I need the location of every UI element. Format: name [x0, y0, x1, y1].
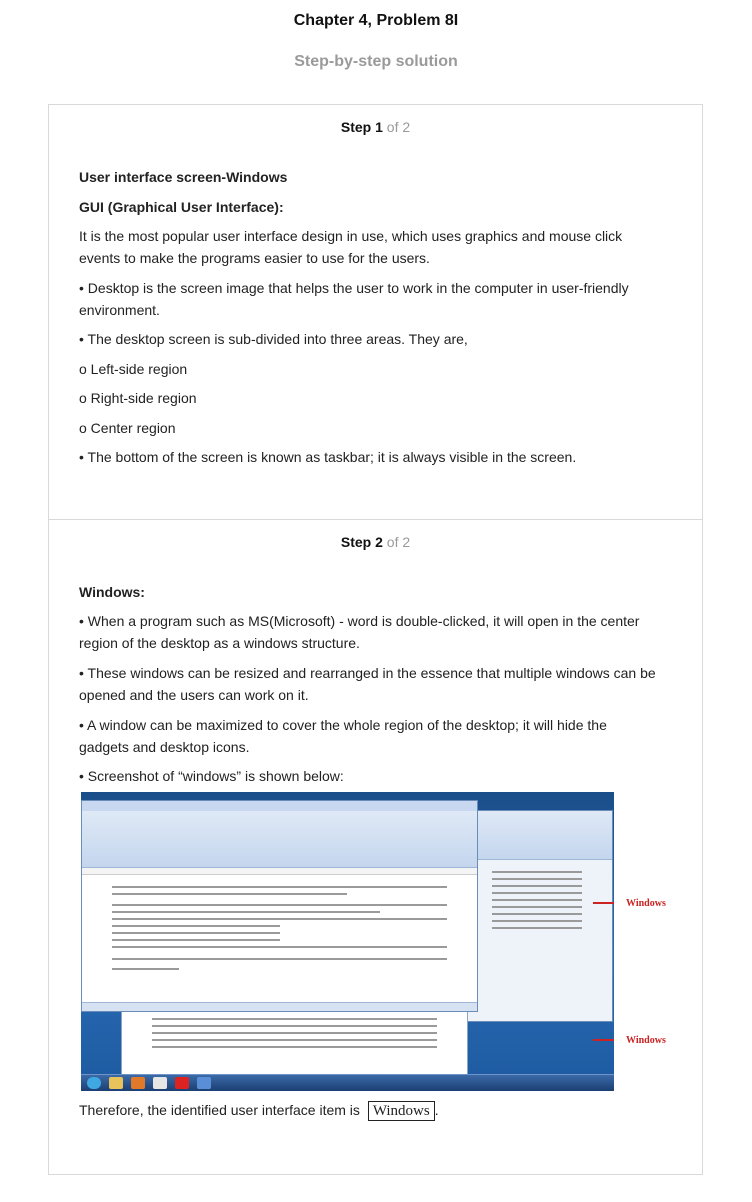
- step-1-list-item: o Right-side region: [79, 390, 197, 406]
- step-1-header: Step 1 of 2: [49, 119, 702, 135]
- annotation-label-windows: Windows: [626, 898, 666, 909]
- conclusion-period: .: [434, 1102, 439, 1118]
- conclusion: Therefore, the identified user interface…: [79, 1099, 439, 1121]
- step-label: Step: [340, 119, 372, 135]
- answer-box: Windows: [367, 1101, 435, 1121]
- step-2-paragraph: • A window can be maximized to cover the…: [79, 717, 607, 755]
- annotation-arrow: [593, 1039, 614, 1041]
- step-number: 1: [375, 119, 383, 135]
- step-1-heading: User interface screen-Windows: [79, 169, 288, 185]
- step-2-paragraph: • These windows can be resized and rearr…: [79, 665, 656, 703]
- step-2-paragraph: • When a program such as MS(Microsoft) -…: [79, 613, 640, 651]
- step-2-header: Step 2 of 2: [49, 534, 702, 550]
- step-label: Step: [340, 534, 372, 550]
- step-1-subheading: GUI (Graphical User Interface):: [79, 199, 284, 215]
- step-2-paragraph: • Screenshot of “windows” is shown below…: [79, 768, 344, 784]
- conclusion-text: Therefore, the identified user interface…: [79, 1102, 360, 1118]
- step-2-heading: Windows:: [79, 584, 145, 600]
- page-title: Chapter 4, Problem 8I: [293, 12, 459, 29]
- step-1-list-item: o Center region: [79, 420, 176, 436]
- taskbar: [81, 1074, 614, 1091]
- step-2-card: Step 2 of 2 Windows: • When a program su…: [48, 519, 703, 1175]
- step-1-card: Step 1 of 2 User interface screen-Window…: [48, 104, 703, 521]
- step-number: 2: [375, 534, 383, 550]
- front-window: [81, 800, 478, 1012]
- step-of: of 2: [386, 119, 411, 135]
- step-1-paragraph: • Desktop is the screen image that helps…: [79, 280, 629, 318]
- background-window: [461, 810, 613, 1022]
- step-1-paragraph: • The desktop screen is sub-divided into…: [79, 331, 468, 347]
- windows-screenshot: [81, 792, 614, 1091]
- step-1-list-item: o Left-side region: [79, 361, 188, 377]
- step-1-paragraph: It is the most popular user interface de…: [79, 228, 623, 266]
- page-subtitle: Step-by-step solution: [294, 53, 458, 70]
- step-1-paragraph: • The bottom of the screen is known as t…: [79, 449, 577, 465]
- step-of: of 2: [386, 534, 411, 550]
- annotation-label-windows: Windows: [626, 1035, 666, 1046]
- lower-document-window: [121, 1006, 468, 1080]
- annotation-arrow: [593, 902, 614, 904]
